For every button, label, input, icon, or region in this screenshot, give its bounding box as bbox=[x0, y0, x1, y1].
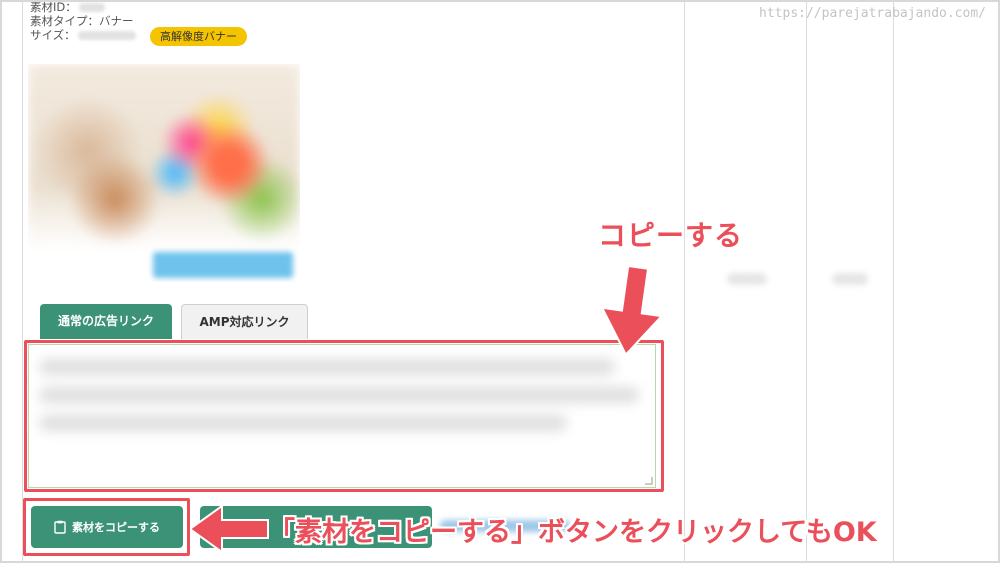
material-type-label: 素材タイプ：バナー bbox=[30, 14, 134, 28]
blurred-cell-value bbox=[727, 273, 767, 285]
tab-standard-ad-link[interactable]: 通常の広告リンク bbox=[40, 304, 172, 339]
banner-preview-image bbox=[28, 64, 300, 282]
material-id-label: 素材ID： bbox=[30, 0, 77, 14]
material-size-label: サイズ： bbox=[30, 28, 76, 42]
high-resolution-badge: 高解像度バナー bbox=[150, 27, 247, 46]
column-divider bbox=[22, 0, 23, 563]
annotation-copy: コピーする bbox=[598, 219, 744, 252]
watermark-url: https://parejatrabajando.com/ bbox=[759, 6, 986, 21]
copy-button-highlight bbox=[23, 498, 190, 556]
banner-preview bbox=[28, 64, 300, 282]
textarea-highlight bbox=[24, 340, 664, 492]
material-size-row: サイズ： bbox=[30, 28, 136, 42]
material-id-value bbox=[78, 2, 105, 12]
arrow-left-icon bbox=[190, 504, 269, 554]
blurred-cell-value bbox=[832, 273, 868, 285]
column-divider bbox=[893, 0, 894, 563]
material-size-value bbox=[77, 30, 136, 40]
column-divider bbox=[806, 0, 807, 563]
material-id-row: 素材ID： bbox=[30, 0, 136, 14]
banner-preview-cta bbox=[153, 252, 293, 278]
material-type-row: 素材タイプ：バナー bbox=[30, 14, 136, 28]
tab-amp-link[interactable]: AMP対応リンク bbox=[181, 304, 308, 339]
annotation-copy-button-hint: 「素材をコピーする」ボタンをクリックしてもOK bbox=[268, 517, 877, 548]
arrow-down-icon bbox=[600, 266, 664, 357]
material-meta: 素材ID： 素材タイプ：バナー サイズ： bbox=[30, 0, 136, 42]
column-divider bbox=[684, 0, 685, 563]
